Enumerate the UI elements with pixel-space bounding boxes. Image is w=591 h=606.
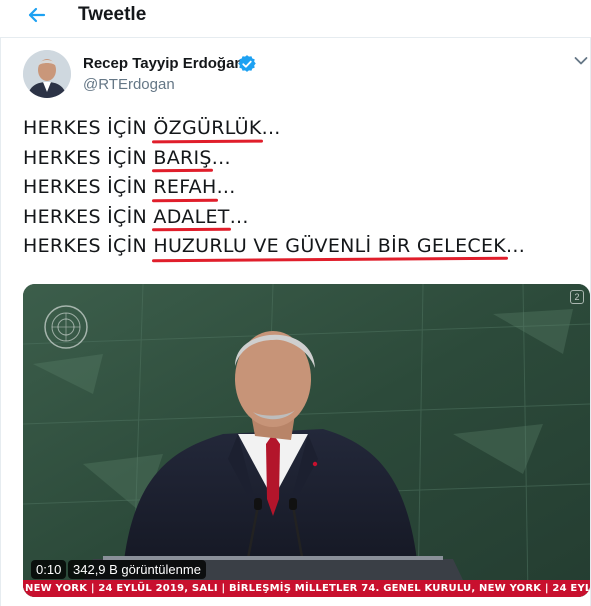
line-prefix: HERKES İÇİN [23,205,154,228]
underlined-word: REFAH [153,173,216,203]
video-time: 0:10 [31,560,67,579]
tweet-line: HERKES İÇİN HUZURLU VE GÜVENLİ BİR GELEC… [23,232,583,262]
arrow-left-icon [28,7,46,23]
author-handle[interactable]: @RTErdogan [83,76,175,93]
tweet-line: HERKES İÇİN BARIŞ... [23,144,583,174]
underlined-word: ÖZGÜRLÜK [153,114,261,144]
corner-badge: 2 [570,290,584,304]
line-prefix: HERKES İÇİN [23,176,154,199]
tweet-text: HERKES İÇİN ÖZGÜRLÜK... HERKES İÇİN BARI… [23,114,583,262]
tweet-line: HERKES İÇİN ADALET... [23,203,583,233]
author-name[interactable]: Recep Tayyip Erdoğan [83,55,244,72]
underlined-word: BARIŞ [153,144,211,174]
underlined-word: ADALET [153,203,229,233]
line-suffix: ... [229,205,249,228]
news-ticker: NEW YORK | 24 EYLÜL 2019, SALI | BİRLEŞM… [23,580,590,597]
top-bar: Tweetle [0,0,591,38]
video-player[interactable]: 2 0:10 342,9 B görüntülenme NEW YORK | 2… [23,284,590,597]
verified-badge-icon [238,55,256,72]
tweet-line: HERKES İÇİN REFAH... [23,173,583,203]
tweet-line: HERKES İÇİN ÖZGÜRLÜK... [23,114,583,144]
back-button[interactable] [24,2,50,28]
video-frame [23,284,590,597]
chevron-down-icon[interactable] [574,56,588,66]
tweet-card: Recep Tayyip Erdoğan @RTErdogan HERKES İ… [0,38,591,606]
line-prefix: HERKES İÇİN [23,117,154,139]
line-prefix: HERKES İÇİN [23,235,154,258]
underlined-word: HUZURLU VE GÜVENLİ BİR GELECEK [153,232,506,262]
profile-photo [23,50,71,98]
line-suffix: ... [506,235,526,258]
line-suffix: ... [211,146,231,169]
video-views: 342,9 B görüntülenme [68,560,206,579]
avatar[interactable] [23,50,71,98]
un-emblem-icon [43,304,89,350]
page-title: Tweetle [78,4,147,25]
line-suffix: ... [261,117,281,139]
line-suffix: ... [216,176,236,199]
line-prefix: HERKES İÇİN [23,146,154,169]
